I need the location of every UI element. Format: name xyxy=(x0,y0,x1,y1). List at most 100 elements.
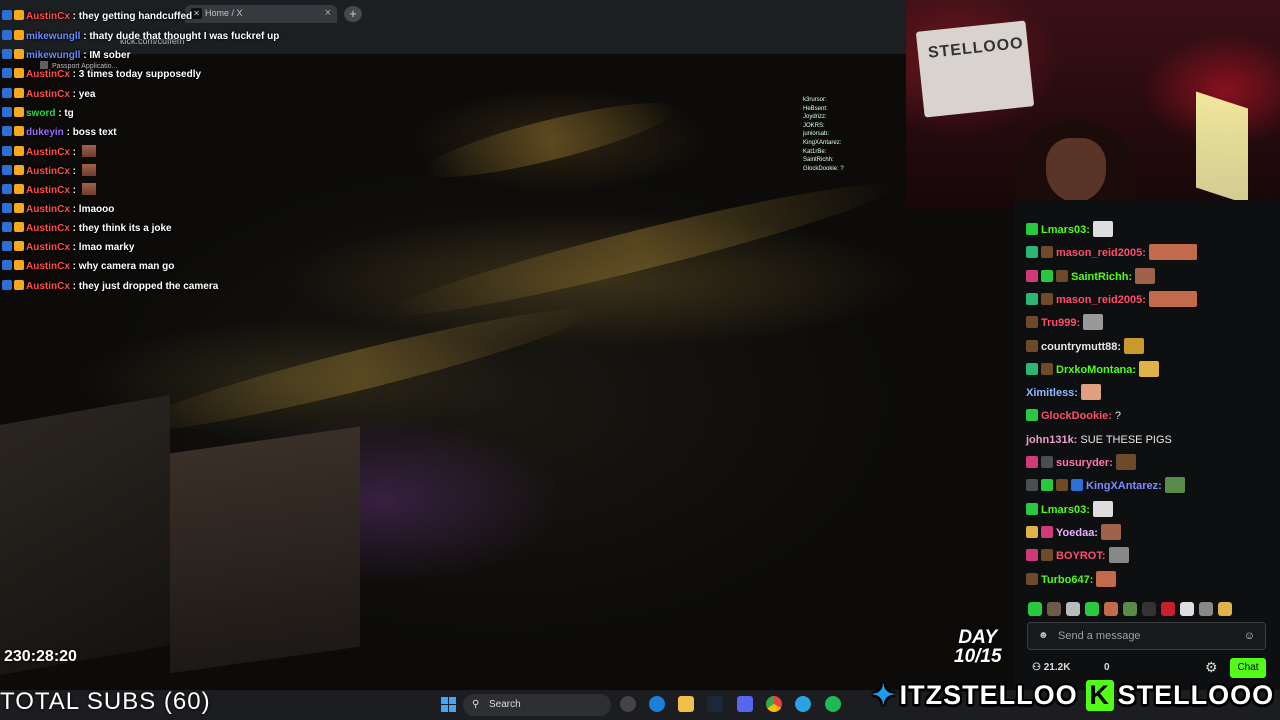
chat-message[interactable]: Yoedaa: xyxy=(1026,523,1121,543)
chat-message[interactable]: mason_reid2005: xyxy=(1026,290,1197,310)
taskbar-search[interactable]: ⚲ Search xyxy=(463,694,611,716)
chat-message[interactable]: mason_reid2005: xyxy=(1026,243,1197,263)
new-tab-button[interactable]: + xyxy=(344,6,362,22)
chat-message[interactable]: KingXAntarez: xyxy=(1026,476,1185,496)
points-count: 0 xyxy=(1104,662,1110,673)
chat-username[interactable]: Yoedaa: xyxy=(1056,527,1098,539)
discord-icon[interactable] xyxy=(737,696,753,712)
steam-icon[interactable] xyxy=(707,696,723,712)
emote-shortcut[interactable] xyxy=(1085,601,1099,616)
chat-username[interactable]: GlockDookie: xyxy=(1041,410,1112,422)
chat-overlay-line: AustinCx : lmao marky xyxy=(2,241,134,255)
chat-message[interactable]: Turbo647: xyxy=(1026,570,1117,590)
send-chat-button[interactable]: Chat xyxy=(1230,658,1266,678)
obs-icon[interactable] xyxy=(620,696,636,712)
edge-icon[interactable] xyxy=(649,696,665,712)
chat-emote xyxy=(1092,221,1113,237)
chat-username[interactable]: Lmars03: xyxy=(1041,504,1090,516)
chat-overlay-line: AustinCx : they getting handcuffed xyxy=(2,10,192,24)
kick-handle: STELLOOO xyxy=(1117,680,1275,710)
emote-shortcut[interactable] xyxy=(1142,601,1156,616)
emote-shortcut[interactable] xyxy=(1180,601,1194,616)
chat-overlay-separator: : xyxy=(69,242,79,253)
chat-overlay-line: AustinCx : yea xyxy=(2,88,95,102)
emote-shortcut[interactable] xyxy=(1218,601,1232,616)
chat-overlay-user: AustinCx xyxy=(26,89,70,100)
chat-username[interactable]: mason_reid2005: xyxy=(1056,294,1146,306)
chat-message[interactable]: john131k: SUE THESE PIGS xyxy=(1026,430,1172,450)
chat-message[interactable]: susuryder: xyxy=(1026,453,1136,473)
chrome-icon[interactable] xyxy=(766,696,782,712)
chat-username[interactable]: mason_reid2005: xyxy=(1056,247,1146,259)
chat-username[interactable]: DrxkoMontana: xyxy=(1056,364,1136,376)
chat-message[interactable]: countrymutt88: xyxy=(1026,337,1145,357)
stream-video[interactable] xyxy=(0,0,1010,690)
chat-username[interactable]: SaintRichh: xyxy=(1071,271,1132,283)
chat-emote xyxy=(1108,547,1129,564)
chat-badge-icon xyxy=(1071,479,1083,492)
chat-overlay-user: AustinCx xyxy=(26,69,70,80)
emote-shortcut[interactable] xyxy=(1123,601,1137,616)
emote-shortcut[interactable] xyxy=(1161,601,1175,616)
telegram-icon[interactable] xyxy=(795,696,811,712)
emote-shortcut[interactable] xyxy=(1028,601,1042,616)
chat-message[interactable]: Lmars03: xyxy=(1026,500,1113,520)
chat-message[interactable]: Tru999: xyxy=(1026,313,1104,333)
chat-badge-icon xyxy=(1026,269,1038,282)
tab-title: Home / X xyxy=(205,8,243,18)
chat-message[interactable]: BOYROT: xyxy=(1026,546,1129,566)
spotify-icon[interactable] xyxy=(825,696,841,712)
chat-username[interactable]: countrymutt88: xyxy=(1041,341,1121,353)
chat-overlay-user: AustinCx xyxy=(26,242,70,253)
social-handles-overlay: ✦ ITZSTELLOO K STELLOOO xyxy=(872,680,1274,720)
chat-username[interactable]: Lmars03: xyxy=(1041,224,1090,236)
windows-start-icon[interactable] xyxy=(441,697,456,712)
chat-message[interactable]: GlockDookie:? xyxy=(1026,406,1121,426)
chat-emote xyxy=(1083,314,1104,331)
chat-emote xyxy=(1139,360,1160,377)
chat-badge-icon xyxy=(1026,549,1038,562)
video-wall xyxy=(0,395,170,675)
chat-message[interactable]: DrxkoMontana: xyxy=(1026,360,1160,380)
chat-input[interactable]: ☻ Send a message ☺ xyxy=(1027,622,1266,650)
chat-badge-icon xyxy=(1026,572,1038,585)
chat-username[interactable]: Ximitless: xyxy=(1026,387,1078,399)
chat-username[interactable]: BOYROT: xyxy=(1056,550,1106,562)
emote-picker-icon[interactable]: ☺ xyxy=(1244,623,1255,649)
chat-message[interactable]: Lmars03: xyxy=(1026,220,1113,240)
chat-username[interactable]: john131k: xyxy=(1026,434,1077,446)
emote-shortcut[interactable] xyxy=(1199,601,1213,616)
chat-emote xyxy=(1092,500,1113,517)
file-explorer-icon[interactable] xyxy=(678,696,694,712)
chat-overlay-separator: : xyxy=(69,166,79,177)
chat-message[interactable]: Ximitless: xyxy=(1026,383,1101,403)
chat-emote xyxy=(81,164,96,176)
chat-emote xyxy=(1148,244,1197,261)
chat-message[interactable]: SaintRichh: xyxy=(1026,267,1156,287)
chat-username[interactable]: KingXAntarez: xyxy=(1086,480,1162,492)
chat-emote xyxy=(1080,384,1101,401)
gear-icon[interactable]: ⚙ xyxy=(1205,659,1218,676)
chat-emote xyxy=(81,145,96,157)
chat-badge-icon xyxy=(1056,269,1068,282)
chat-overlay-text: yea xyxy=(78,89,96,100)
taskbar-search-label: Search xyxy=(489,699,521,710)
browser-tab[interactable]: ✕ Home / X × xyxy=(185,5,337,23)
emoji-icon[interactable]: ☻ xyxy=(1038,623,1049,649)
total-subs-overlay: TOTAL SUBS (60) xyxy=(0,688,211,715)
vip-badge-icon xyxy=(2,280,12,290)
chat-username[interactable]: Tru999: xyxy=(1041,317,1080,329)
gift-badge-icon xyxy=(14,107,24,117)
emote-shortcut[interactable] xyxy=(1066,601,1080,616)
chat-username[interactable]: Turbo647: xyxy=(1041,574,1093,586)
chat-overlay-user: AustinCx xyxy=(26,281,70,292)
day-counter: DAY 10/15 xyxy=(954,628,1002,666)
emote-shortcut[interactable] xyxy=(1047,601,1061,616)
vip-badge-icon xyxy=(2,184,12,194)
tab-close-icon[interactable]: × xyxy=(325,7,331,19)
day-label: DAY xyxy=(958,627,998,648)
chat-username[interactable]: susuryder: xyxy=(1056,457,1113,469)
emote-shortcut[interactable] xyxy=(1104,601,1118,616)
chat-overlay-user: mikewungll xyxy=(26,31,81,42)
chat-badge-icon xyxy=(1026,479,1038,492)
